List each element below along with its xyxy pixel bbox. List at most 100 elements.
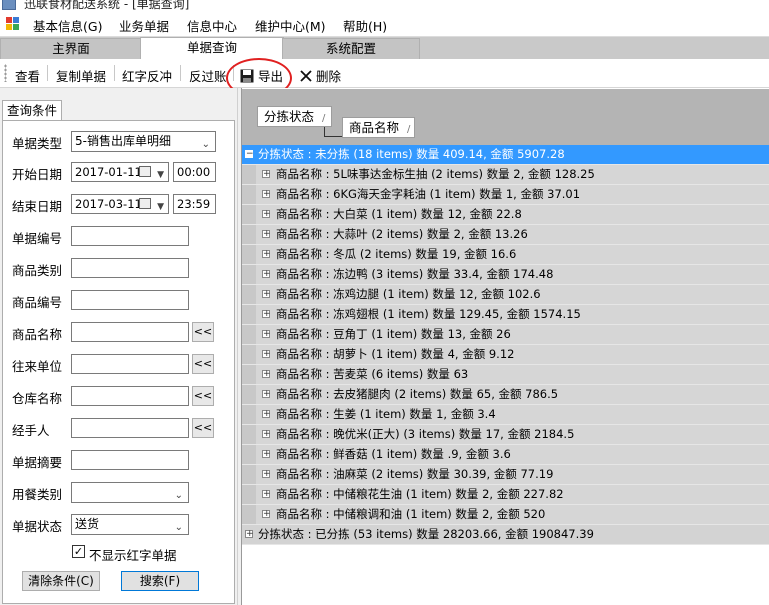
collapse-icon[interactable]: − [245,150,254,159]
partner-browse-button[interactable]: << [192,354,214,374]
partner-label: 往来单位 [12,359,63,374]
partner-input[interactable] [71,354,189,374]
list-item[interactable]: + 商品名称 : 5L味事达金标生抽 (2 items) 数量 2, 金额 128… [242,165,769,185]
list-item[interactable]: + 商品名称 : 中储粮花生油 (1 item) 数量 2, 金额 227.82 [242,485,769,505]
search-button[interactable]: 搜索(F) [121,571,199,591]
doc-type-value: 5-销售出库单明细 [75,134,171,148]
doc-no-input[interactable] [71,226,189,246]
list-item-text: 商品名称 : 苦麦菜 (6 items) 数量 63 [276,367,469,381]
list-item-text: 商品名称 : 6KG海天金字耗油 (1 item) 数量 1, 金额 37.01 [276,187,581,201]
list-item-text: 商品名称 : 5L味事达金标生抽 (2 items) 数量 2, 金额 128.… [276,167,595,181]
start-date-picker[interactable]: 2017-01-11 ▼ [71,162,169,182]
doc-type-select[interactable]: 5-销售出库单明细 ⌄ [71,131,216,152]
meal-type-select[interactable]: ⌄ [71,482,189,503]
doc-status-label: 单据状态 [12,519,63,534]
clear-conditions-button[interactable]: 清除条件(C) [22,571,100,591]
menu-business-docs[interactable]: 业务单据 [119,16,169,35]
expand-icon[interactable]: + [262,170,271,179]
list-item[interactable]: + 商品名称 : 冻鸡边腿 (1 item) 数量 12, 金额 102.6 [242,285,769,305]
doc-status-select[interactable]: 送货 ⌄ [71,514,189,535]
expand-icon[interactable]: + [262,450,271,459]
expand-icon[interactable]: + [262,310,271,319]
chevron-down-icon: ⌄ [174,522,183,533]
end-time-input[interactable]: 23:59 [173,194,216,214]
row-indent [242,345,256,364]
expand-icon[interactable]: + [262,510,271,519]
list-item-text: 商品名称 : 胡萝卜 (1 item) 数量 4, 金额 9.12 [276,347,515,361]
handler-browse-button[interactable]: << [192,418,214,438]
expand-icon[interactable]: + [262,270,271,279]
list-item-text: 商品名称 : 中储粮花生油 (1 item) 数量 2, 金额 227.82 [276,487,564,501]
expand-icon[interactable]: + [262,490,271,499]
list-item[interactable]: + 商品名称 : 豆角丁 (1 item) 数量 13, 金额 26 [242,325,769,345]
list-item[interactable]: + 商品名称 : 中储粮调和油 (1 item) 数量 2, 金额 520 [242,505,769,525]
list-item-text: 商品名称 : 鲜香菇 (1 item) 数量 .9, 金额 3.6 [276,447,511,461]
reverse-post-button[interactable]: 反过账 [189,66,227,85]
hide-red-checkbox[interactable]: ✓ [72,545,85,558]
toolbar-grip[interactable] [4,64,7,82]
product-name-input[interactable] [71,322,189,342]
menu-help[interactable]: 帮助(H) [343,16,387,35]
expand-icon[interactable]: + [262,210,271,219]
product-no-label: 商品编号 [12,295,63,310]
copy-doc-button[interactable]: 复制单据 [56,66,106,85]
expand-icon[interactable]: + [262,370,271,379]
product-no-input[interactable] [71,290,189,310]
view-button[interactable]: 查看 [15,66,40,85]
toolbar: 查看 复制单据 红字反冲 反过账 导出 删除 [0,59,769,88]
group-column-product-name[interactable]: 商品名称 / [342,117,415,138]
group-column-label: 商品名称 [349,120,400,135]
menu-maintenance[interactable]: 维护中心(M) [255,16,326,35]
group-connector [324,127,342,137]
list-item[interactable]: + 商品名称 : 6KG海天金字耗油 (1 item) 数量 1, 金额 37.0… [242,185,769,205]
expand-icon[interactable]: + [262,410,271,419]
list-item[interactable]: + 商品名称 : 冻边鸭 (3 items) 数量 33.4, 金额 174.48 [242,265,769,285]
system-menu-icon[interactable] [6,17,20,31]
list-item[interactable]: + 商品名称 : 冻鸡翅根 (1 item) 数量 129.45, 金额 1574… [242,305,769,325]
list-item-text: 商品名称 : 冻边鸭 (3 items) 数量 33.4, 金额 174.48 [276,267,554,281]
delete-button[interactable]: 删除 [300,66,341,85]
product-browse-button[interactable]: << [192,322,214,342]
list-item[interactable]: + 商品名称 : 鲜香菇 (1 item) 数量 .9, 金额 3.6 [242,445,769,465]
warehouse-input[interactable] [71,386,189,406]
category-input[interactable] [71,258,189,278]
list-item[interactable]: + 商品名称 : 苦麦菜 (6 items) 数量 63 [242,365,769,385]
list-item[interactable]: + 商品名称 : 晚优米(正大) (3 items) 数量 17, 金额 2184… [242,425,769,445]
list-item[interactable]: + 商品名称 : 胡萝卜 (1 item) 数量 4, 金额 9.12 [242,345,769,365]
expand-icon[interactable]: + [262,230,271,239]
end-date-picker[interactable]: 2017-03-11 ▼ [71,194,169,214]
menu-info-center[interactable]: 信息中心 [187,16,237,35]
expand-icon[interactable]: + [262,250,271,259]
group-column-sort-status[interactable]: 分拣状态 / [257,106,332,127]
tab-doc-query[interactable]: 单据查询 [140,37,284,60]
expand-icon[interactable]: + [262,350,271,359]
expand-icon[interactable]: + [245,530,254,539]
group-row-unsorted[interactable]: − 分拣状态 : 未分拣 (18 items) 数量 409.14, 金额 59… [242,145,769,165]
product-name-label: 商品名称 [12,327,63,342]
meal-type-label: 用餐类别 [12,487,63,502]
group-row-sorted[interactable]: + 分拣状态 : 已分拣 (53 items) 数量 28203.66, 金额 … [242,525,769,545]
list-item[interactable]: + 商品名称 : 生姜 (1 item) 数量 1, 金额 3.4 [242,405,769,425]
menu-basic-info[interactable]: 基本信息(G) [33,16,102,35]
list-item[interactable]: + 商品名称 : 大白菜 (1 item) 数量 12, 金额 22.8 [242,205,769,225]
expand-icon[interactable]: + [262,470,271,479]
start-time-input[interactable]: 00:00 [173,162,216,182]
list-item[interactable]: + 商品名称 : 油麻菜 (2 items) 数量 30.39, 金额 77.19 [242,465,769,485]
warehouse-browse-button[interactable]: << [192,386,214,406]
list-item[interactable]: + 商品名称 : 大蒜叶 (2 items) 数量 2, 金额 13.26 [242,225,769,245]
tab-query-conditions[interactable]: 查询条件 [2,100,62,121]
summary-input[interactable] [71,450,189,470]
expand-icon[interactable]: + [262,330,271,339]
expand-icon[interactable]: + [262,190,271,199]
expand-icon[interactable]: + [262,430,271,439]
expand-icon[interactable]: + [262,390,271,399]
red-reverse-button[interactable]: 红字反冲 [122,66,172,85]
list-item[interactable]: + 商品名称 : 去皮猪腿肉 (2 items) 数量 65, 金额 786.5 [242,385,769,405]
row-indent [242,485,256,504]
expand-icon[interactable]: + [262,290,271,299]
row-indent [242,385,256,404]
tab-main[interactable]: 主界面 [0,38,142,60]
tab-system-config[interactable]: 系统配置 [282,38,420,60]
list-item[interactable]: + 商品名称 : 冬瓜 (2 items) 数量 19, 金额 16.6 [242,245,769,265]
handler-input[interactable] [71,418,189,438]
